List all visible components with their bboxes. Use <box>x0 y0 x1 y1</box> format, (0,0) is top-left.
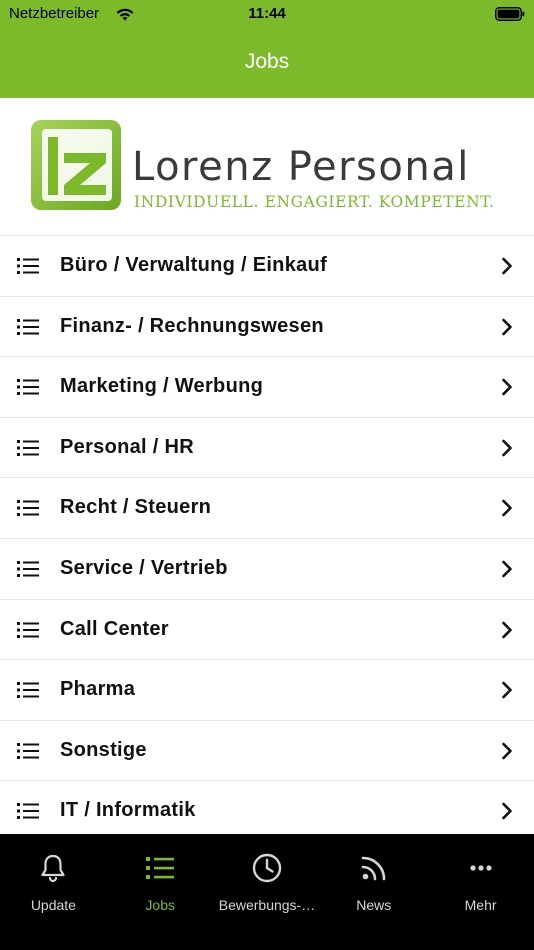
category-label: Sonstige <box>60 738 147 761</box>
tab-bewerbungen[interactable]: Bewerbungs-… <box>214 834 321 950</box>
list-bullet-icon <box>17 439 39 456</box>
category-row-sonstige[interactable]: Sonstige <box>0 720 534 782</box>
chevron-right-icon <box>502 500 512 517</box>
chevron-right-icon <box>502 257 512 275</box>
chevron-right-icon <box>502 681 512 699</box>
list-bullet-icon <box>17 742 39 759</box>
tab-label: Bewerbungs-… <box>218 897 316 913</box>
category-label: Personal / HR <box>60 435 194 458</box>
status-bar: Netzbetreiber 11:44 <box>0 0 534 28</box>
chevron-right-icon <box>502 439 512 457</box>
tab-label: Mehr <box>464 897 497 913</box>
category-label: Service / Vertrieb <box>60 556 228 579</box>
list-bullet-icon <box>17 379 39 396</box>
category-label: Marketing / Werbung <box>60 375 264 398</box>
category-row-call-center[interactable]: Call Center <box>0 599 534 661</box>
clock-icon <box>252 853 282 883</box>
clock-time: 11:44 <box>248 5 286 22</box>
list-bullet-icon <box>17 803 39 820</box>
tab-update[interactable]: Update <box>0 834 107 950</box>
chevron-right-icon <box>502 378 512 396</box>
page-title: Jobs <box>244 50 290 73</box>
chevron-right-icon <box>502 318 512 335</box>
job-category-list: Büro / Verwaltung / Einkauf Finanz- / Re… <box>0 236 534 842</box>
list-bullet-icon <box>17 621 39 638</box>
chevron-right-icon <box>502 560 512 578</box>
category-row-finanz[interactable]: Finanz- / Rechnungswesen <box>0 296 534 358</box>
category-label: Pharma <box>60 678 136 701</box>
chevron-right-icon <box>502 621 512 638</box>
category-label: IT / Informatik <box>60 799 196 822</box>
logo-tagline: INDIVIDUELL. ENGAGIERT. KOMPETENT. <box>134 193 495 211</box>
company-logo-banner: Lorenz Personal INDIVIDUELL. ENGAGIERT. … <box>0 98 534 236</box>
category-label: Büro / Verwaltung / Einkauf <box>60 254 328 276</box>
chevron-right-icon <box>502 742 512 760</box>
category-row-service[interactable]: Service / Vertrieb <box>0 538 534 600</box>
tab-more[interactable]: Mehr <box>427 834 534 950</box>
list-bullet-icon <box>17 682 39 699</box>
list-icon <box>146 857 175 879</box>
tab-bar: Update Jobs Bewerbungs-… News Mehr <box>0 834 534 950</box>
category-label: Call Center <box>60 617 169 640</box>
bell-icon <box>41 854 65 883</box>
category-row-marketing[interactable]: Marketing / Werbung <box>0 357 534 418</box>
category-row-buero[interactable]: Büro / Verwaltung / Einkauf <box>0 236 534 297</box>
list-bullet-icon <box>17 258 39 274</box>
tab-label: News <box>356 897 392 913</box>
category-row-recht[interactable]: Recht / Steuern <box>0 478 534 539</box>
category-row-pharma[interactable]: Pharma <box>0 660 534 721</box>
list-bullet-icon <box>17 318 39 335</box>
chevron-right-icon <box>502 803 512 820</box>
list-bullet-icon <box>17 500 39 517</box>
category-row-personal[interactable]: Personal / HR <box>0 417 534 479</box>
more-icon <box>469 865 492 871</box>
category-label: Finanz- / Rechnungswesen <box>60 314 324 337</box>
company-logo-mark <box>31 120 121 210</box>
rss-icon <box>361 856 386 881</box>
category-label: Recht / Steuern <box>60 496 212 519</box>
logo-company-name: Lorenz Personal <box>132 144 470 190</box>
category-row-it[interactable]: IT / Informatik <box>0 781 534 842</box>
tab-label: Jobs <box>145 897 175 913</box>
battery-icon <box>495 7 525 21</box>
list-bullet-icon <box>17 560 39 577</box>
navigation-bar: Jobs <box>0 28 534 98</box>
tab-jobs[interactable]: Jobs <box>107 834 214 950</box>
tab-label: Update <box>30 897 76 913</box>
tab-news[interactable]: News <box>320 834 427 950</box>
